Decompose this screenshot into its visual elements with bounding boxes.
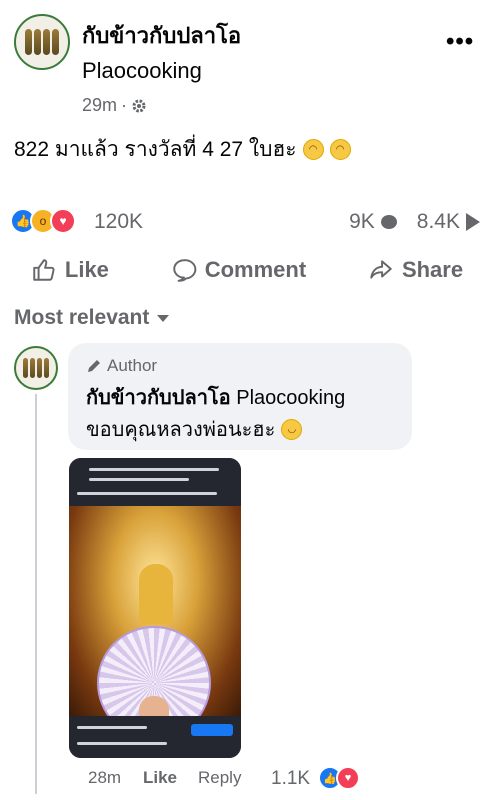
photo-text-line bbox=[89, 468, 219, 471]
thread-line bbox=[35, 394, 37, 794]
meta-separator: · bbox=[121, 95, 128, 115]
temple-scene bbox=[69, 506, 241, 756]
fish-icon bbox=[44, 358, 49, 378]
share-label: Share bbox=[401, 257, 464, 282]
post-time[interactable]: 29m bbox=[82, 95, 117, 116]
comment-reaction-icons[interactable]: 👍 ♥ bbox=[318, 766, 360, 790]
comment-text-row: ขอบคุณหลวงพ่อนะฮะ ◡ bbox=[86, 413, 303, 445]
like-button[interactable]: Like bbox=[31, 257, 109, 283]
fish-icon bbox=[25, 29, 32, 55]
more-options-icon[interactable]: ••• bbox=[446, 28, 474, 56]
love-reaction-icon: ♥ bbox=[50, 208, 76, 234]
fish-icon bbox=[52, 29, 59, 55]
reaction-icons[interactable]: 👍 o ♥ bbox=[10, 208, 76, 234]
photo-text-line bbox=[77, 726, 147, 729]
photo-button bbox=[191, 724, 233, 736]
buddha-statue-image bbox=[139, 564, 173, 624]
share-count-icon bbox=[466, 213, 480, 231]
fish-icon bbox=[23, 358, 28, 378]
page-name[interactable]: กับข้าวกับปลาโอ bbox=[82, 18, 241, 53]
comment-like-button[interactable]: Like bbox=[143, 768, 177, 788]
comment-author-name[interactable]: กับข้าวกับปลาโอ bbox=[86, 387, 231, 409]
post-stats: 9K 8.4K bbox=[349, 210, 480, 234]
post-text-row: 822 มาแล้ว รางวัลที่ 4 27 ใบฮะ ◠ ◠ bbox=[14, 133, 351, 166]
comment-filter-dropdown[interactable]: Most relevant bbox=[14, 306, 170, 330]
share-count[interactable]: 8.4K bbox=[417, 210, 460, 234]
reaction-count[interactable]: 120K bbox=[94, 210, 143, 234]
comment-reply-button[interactable]: Reply bbox=[198, 768, 241, 788]
comment-author-handle[interactable]: Plaocooking bbox=[236, 387, 345, 409]
thumbs-up-icon bbox=[33, 259, 55, 281]
comment-count[interactable]: 9K bbox=[349, 210, 375, 234]
comment-bubble-icon bbox=[172, 259, 197, 282]
crying-emoji-icon: ◡ bbox=[281, 418, 303, 440]
comment-photo[interactable] bbox=[69, 458, 241, 758]
comment-count-icon bbox=[380, 215, 397, 229]
share-button[interactable]: Share bbox=[368, 257, 463, 283]
fish-icon bbox=[43, 29, 50, 55]
fish-icon bbox=[37, 358, 42, 378]
fish-icon bbox=[30, 358, 35, 378]
page-handle[interactable]: Plaocooking bbox=[82, 58, 202, 84]
gear-icon bbox=[132, 99, 146, 112]
comment-button[interactable]: Comment bbox=[171, 257, 306, 283]
photo-text-line bbox=[89, 478, 189, 481]
author-badge-label: Author bbox=[107, 356, 158, 375]
photo-text-line bbox=[77, 492, 217, 495]
post-action-bar: Like Comment Share bbox=[0, 248, 494, 292]
comment-filter-label: Most relevant bbox=[14, 306, 150, 329]
share-arrow-icon bbox=[370, 260, 392, 279]
post-meta: 29m · bbox=[82, 95, 147, 116]
comment-text: ขอบคุณหลวงพ่อนะฮะ bbox=[86, 419, 276, 441]
page-avatar[interactable] bbox=[14, 14, 70, 70]
chevron-down-icon bbox=[157, 314, 170, 322]
laughing-emoji-icon: ◠ bbox=[302, 139, 324, 160]
pencil-icon bbox=[88, 360, 100, 372]
love-reaction-icon: ♥ bbox=[336, 766, 360, 790]
comment-avatar[interactable] bbox=[14, 346, 58, 390]
comment-time[interactable]: 28m bbox=[88, 768, 121, 788]
comment-author[interactable]: กับข้าวกับปลาโอ Plaocooking bbox=[86, 381, 345, 413]
fish-icon bbox=[34, 29, 41, 55]
comment-label: Comment bbox=[204, 257, 307, 282]
laughing-emoji-icon: ◠ bbox=[329, 139, 351, 160]
post-text: 822 มาแล้ว รางวัลที่ 4 27 ใบฮะ bbox=[14, 138, 297, 161]
comment-reaction-count[interactable]: 1.1K bbox=[271, 768, 310, 790]
photo-text-line bbox=[77, 742, 167, 745]
photo-header bbox=[69, 458, 241, 506]
photo-footer bbox=[69, 716, 241, 758]
author-badge: Author bbox=[86, 356, 157, 376]
like-label: Like bbox=[64, 257, 109, 282]
